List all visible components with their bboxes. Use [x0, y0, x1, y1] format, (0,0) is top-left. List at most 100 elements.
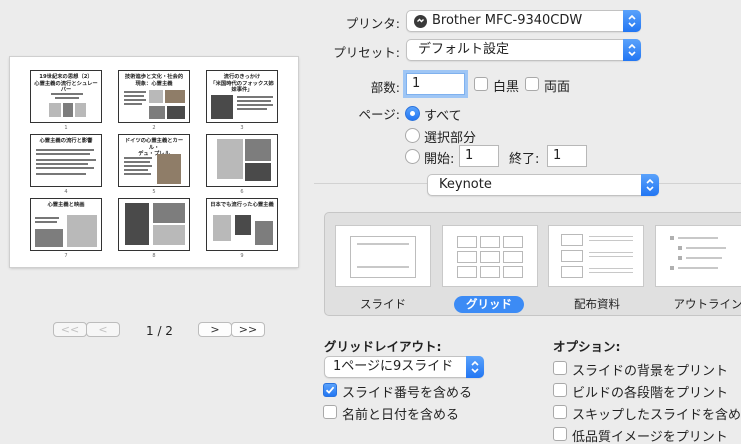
print-preview-pane: 19世紀末の思想（2） 心霊主義の流行とシュレーバー 1 技術進歩と文化・社会的…: [0, 0, 312, 444]
slide-image: [167, 106, 185, 119]
slide-number: 3: [240, 125, 244, 131]
slide-image: [153, 225, 185, 245]
layout-slide-label[interactable]: スライド: [355, 296, 411, 312]
two-sided-label: 両面: [544, 80, 571, 95]
pages-from-label: 開始:: [424, 152, 455, 167]
layout-grid-option[interactable]: [442, 225, 538, 287]
slide-thumbnail-7: 心霊主義と映画 7: [30, 198, 102, 260]
printer-value: Brother MFC-9340CDW: [432, 13, 583, 28]
slide-image: [165, 90, 185, 103]
slide-image: [149, 90, 163, 103]
include-name-date-checkbox[interactable]: [323, 405, 337, 419]
print-layout-selector: スライド グリッド 配布資料 アウトライン: [324, 212, 741, 316]
slide-thumbnail-title: 19世紀末の思想（2） 心霊主義の流行とシュレーバー: [34, 74, 98, 93]
slide-thumbnail-title: 日本でも流行った心霊主義: [210, 202, 274, 208]
slide-image: [255, 221, 273, 245]
slide-image: [153, 203, 185, 223]
layout-outline-label[interactable]: アウトライン: [668, 296, 741, 312]
print-build-stages-checkbox[interactable]: [553, 383, 567, 397]
slide-thumbnail-9: 日本でも流行った心霊主義 9: [206, 198, 278, 260]
slide-number: 5: [152, 189, 156, 195]
slide-image: [245, 139, 271, 161]
slide-number: 4: [64, 189, 68, 195]
slide-image: [149, 106, 165, 119]
low-quality-images-checkbox[interactable]: [553, 427, 567, 441]
popup-arrows-icon: [466, 356, 484, 378]
previous-page-button[interactable]: <: [86, 322, 120, 337]
print-build-stages-label: ビルドの各段階をプリント: [572, 386, 729, 401]
page-indicator: 1 / 2: [146, 324, 173, 338]
slide-image: [235, 215, 251, 235]
layout-handout-option[interactable]: [548, 225, 644, 287]
slide-image: [75, 103, 86, 117]
pages-from-field[interactable]: 1: [459, 145, 499, 167]
first-page-button[interactable]: <<: [53, 322, 87, 337]
pages-selection-radio[interactable]: [405, 128, 420, 143]
slide-thumbnail-title: 流行のきっかけ 「米国時代のフォックス姉妹事件」: [210, 74, 274, 93]
slide-thumbnail-8: 8: [118, 198, 190, 260]
pages-all-label: すべて: [424, 109, 462, 124]
slide-image: [125, 203, 149, 245]
slide-image: [211, 95, 233, 119]
slide-layout-icon: [350, 236, 416, 278]
slide-thumbnail-5: ドイツの心霊主義とカール・ デュ・プレル 5: [118, 134, 190, 196]
last-page-button[interactable]: >>: [231, 322, 265, 337]
slide-thumbnail-3: 流行のきっかけ 「米国時代のフォックス姉妹事件」 3: [206, 70, 278, 132]
preview-page: 19世紀末の思想（2） 心霊主義の流行とシュレーバー 1 技術進歩と文化・社会的…: [10, 57, 298, 267]
grid-layout-icon: [457, 236, 523, 278]
slide-thumbnail-2: 技術進歩と文化・社会的 現象：心霊主義 2: [118, 70, 190, 132]
pages-all-radio[interactable]: [405, 106, 420, 121]
pages-to-field[interactable]: 1: [547, 145, 587, 167]
checkmark-icon: [325, 386, 335, 394]
preset-popup[interactable]: デフォルト設定: [406, 39, 641, 61]
layout-slide-option[interactable]: [335, 225, 431, 287]
printer-status-icon: [414, 15, 427, 28]
slide-number: 9: [240, 253, 244, 259]
slides-per-page-popup[interactable]: 1ページに9スライド: [324, 356, 484, 378]
slide-image: [35, 229, 63, 247]
layout-grid-label[interactable]: グリッド: [454, 296, 524, 313]
include-skipped-label: スキップしたスライドを含める: [572, 408, 741, 423]
slide-number: 7: [64, 253, 68, 259]
slide-image: [245, 163, 271, 181]
slides-per-page-value: 1ページに9スライド: [333, 359, 454, 374]
layout-handout-label[interactable]: 配布資料: [562, 296, 632, 312]
slide-thumbnail-4: 心霊主義の流行と影響 4: [30, 134, 102, 196]
slide-number: 2: [152, 125, 156, 131]
popup-arrows-icon: [623, 39, 641, 61]
slide-image: [213, 215, 231, 241]
two-sided-checkbox[interactable]: [525, 77, 539, 91]
copies-label: 部数:: [370, 80, 400, 95]
printer-popup[interactable]: Brother MFC-9340CDW: [406, 10, 641, 32]
print-backgrounds-checkbox[interactable]: [553, 361, 567, 375]
print-backgrounds-label: スライドの背景をプリント: [572, 364, 729, 379]
grid-layout-title: グリッドレイアウト:: [324, 339, 442, 354]
slide-image: [49, 103, 61, 117]
black-white-checkbox[interactable]: [474, 77, 488, 91]
slide-thumbnail-6: 6: [206, 134, 278, 196]
black-white-label: 白黒: [493, 80, 520, 95]
slide-number: 1: [64, 125, 68, 131]
options-title: オプション:: [553, 339, 621, 354]
next-page-button[interactable]: >: [198, 322, 232, 337]
slide-number: 6: [240, 189, 244, 195]
include-skipped-checkbox[interactable]: [553, 405, 567, 419]
app-options-popup[interactable]: Keynote: [427, 174, 659, 196]
pages-label: ページ:: [358, 107, 400, 122]
popup-arrows-icon: [623, 10, 641, 32]
pages-range-radio[interactable]: [405, 149, 420, 164]
slide-thumbnail-title: 技術進歩と文化・社会的 現象：心霊主義: [124, 74, 184, 87]
preset-value: デフォルト設定: [418, 42, 510, 57]
copies-field[interactable]: 1: [406, 73, 465, 95]
slide-image: [67, 215, 97, 247]
pages-selection-label: 選択部分: [424, 131, 477, 146]
slide-thumbnail-title: 心霊主義の流行と影響: [39, 138, 93, 144]
slide-thumbnail-1: 19世紀末の思想（2） 心霊主義の流行とシュレーバー 1: [30, 70, 102, 132]
app-options-value: Keynote: [439, 177, 492, 192]
slide-image: [217, 139, 243, 179]
include-slide-numbers-checkbox[interactable]: [323, 383, 337, 397]
low-quality-images-label: 低品質イメージをプリント: [572, 430, 728, 444]
slide-number: 8: [152, 253, 156, 259]
layout-outline-option[interactable]: [655, 225, 741, 287]
preset-label: プリセット:: [333, 45, 400, 60]
